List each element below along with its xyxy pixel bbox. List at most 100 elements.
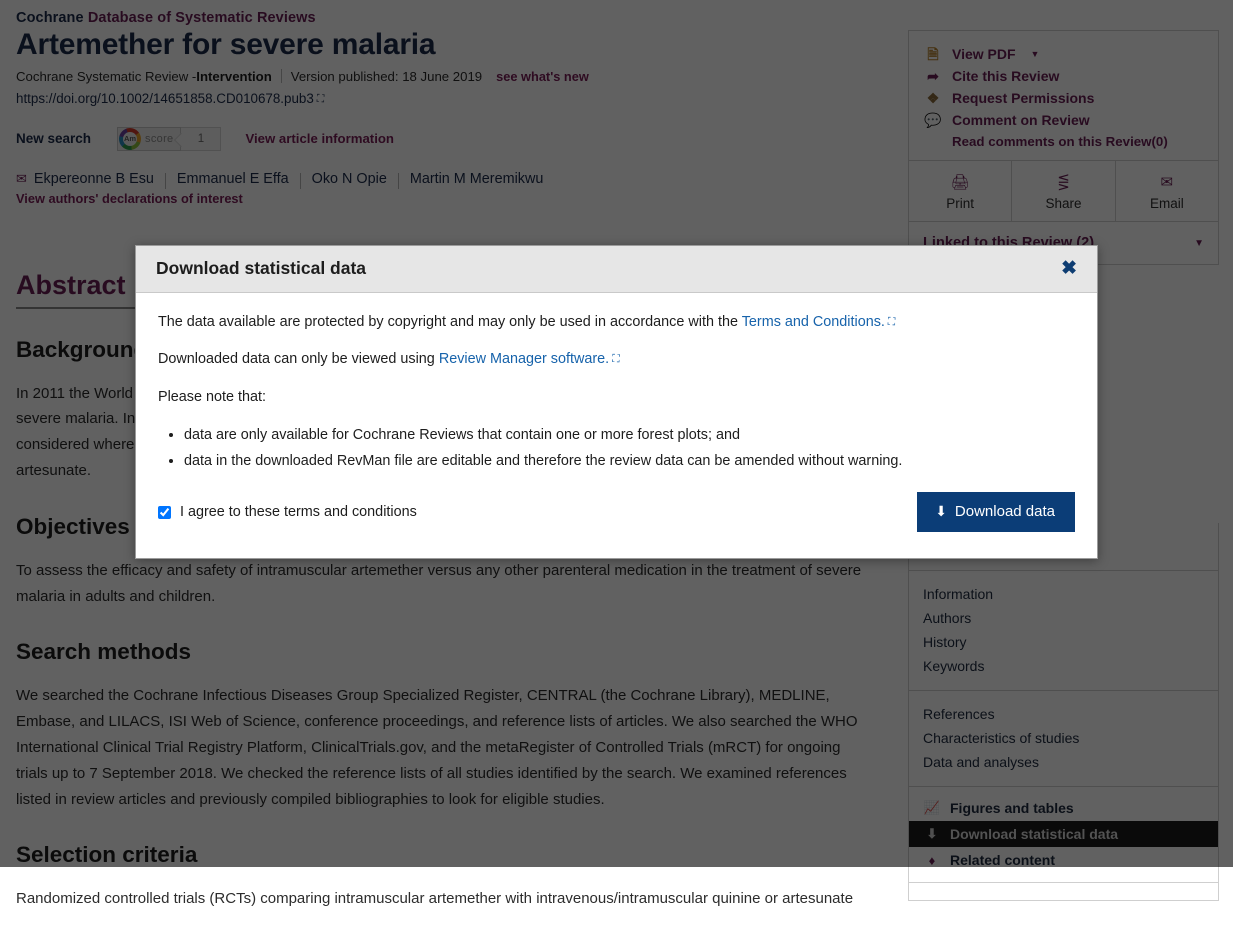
print-label: Print [946,196,974,211]
article-tools-row: New search score 1 View article informat… [16,127,886,151]
download-icon: ⬇ [923,826,941,842]
revman-label: Review Manager software. [439,351,609,367]
printer-icon: 🖨 [909,173,1011,191]
section-heading-search-methods: Search methods [16,639,886,665]
print-button[interactable]: 🖨 Print [909,161,1011,221]
please-note-label: Please note that: [158,388,1075,407]
share-row: 🖨 Print ⋚ Share ✉ Email [909,160,1218,221]
see-whats-new-link[interactable]: see what's new [496,69,589,84]
agree-row: I agree to these terms and conditions ⬇ … [158,492,1075,532]
cite-arrow-icon: ➦ [923,69,943,83]
sidebar-item-download-statistical-data[interactable]: ⬇ Download statistical data [909,821,1218,847]
altmetric-score-word: score [145,133,173,145]
new-search-link[interactable]: New search [16,131,91,146]
altmetric-badge[interactable]: score 1 [117,127,221,151]
revman-text: Downloaded data can only be viewed using [158,351,439,367]
abstract-underline [16,307,149,309]
view-pdf-button[interactable]: 🗎 View PDF ▼ [923,43,1204,65]
download-icon: ⬇ [935,503,947,520]
agree-checkbox[interactable] [158,506,171,519]
sidebar-tail [908,883,1219,901]
version-published: Version published: 18 June 2019 [291,69,482,84]
share-nodes-icon: ⋚ [1012,173,1114,191]
actions-list: 🗎 View PDF ▼ ➦ Cite this Review ❖ Reques… [909,31,1218,160]
author-link-0[interactable]: Ekpereonne B Esu [34,171,154,187]
article-meta: Cochrane Systematic Review - Interventio… [16,67,886,84]
journal-kicker: Cochrane Database of Systematic Reviews [16,10,886,26]
sidebar-item-related-content[interactable]: ♦ Related content [909,847,1218,873]
external-link-icon: ⛶ [888,316,895,328]
request-permissions-button[interactable]: ❖ Request Permissions [923,87,1204,109]
cite-label: Cite this Review [952,68,1059,84]
meta-divider [281,69,282,83]
toc-group-1: Information Authors History Keywords [909,570,1218,690]
review-type-prefix: Cochrane Systematic Review - [16,69,196,84]
share-button[interactable]: ⋚ Share [1011,161,1114,221]
terms-and-conditions-link[interactable]: Terms and Conditions. [742,314,885,330]
sidebar-item-references[interactable]: References [923,702,1204,726]
chart-line-icon: 📈 [923,800,941,816]
sidebar-item-keywords[interactable]: Keywords [923,654,1204,678]
view-pdf-label: View PDF [952,46,1016,62]
section-body-search-methods: We searched the Cochrane Infectious Dise… [16,683,871,812]
figures-label: Figures and tables [950,800,1074,816]
cite-this-review-button[interactable]: ➦ Cite this Review [923,65,1204,87]
author-list: ✉ Ekpereonne B Esu Emmanuel E Effa Oko N… [16,171,886,187]
copyright-paragraph: The data available are protected by copy… [158,313,1075,332]
comment-label: Comment on Review [952,112,1090,128]
email-button[interactable]: ✉ Email [1115,161,1218,221]
list-item: data are only available for Cochrane Rev… [184,425,1075,446]
sidebar-item-characteristics-of-studies[interactable]: Characteristics of studies [923,726,1204,750]
terms-label: Terms and Conditions. [742,314,885,330]
list-item: data in the downloaded RevMan file are e… [184,451,1075,472]
agree-label[interactable]: I agree to these terms and conditions [180,504,417,520]
envelope-icon: ✉ [16,172,27,185]
dialog-body: The data available are protected by copy… [136,293,1097,558]
sitemap-icon: ♦ [923,853,941,868]
doi-text: https://doi.org/10.1002/14651858.CD01067… [16,91,314,106]
page-title: Artemether for severe malaria [16,28,886,62]
sidebar-item-history[interactable]: History [923,630,1204,654]
share-label: Share [1045,196,1081,211]
revman-paragraph: Downloaded data can only be viewed using… [158,350,1075,369]
comment-on-review-button[interactable]: 💬 Comment on Review [923,109,1204,131]
dialog-header: Download statistical data ✖ [136,246,1097,293]
related-label: Related content [950,852,1055,868]
external-link-icon: ⛶ [317,93,324,105]
toc-icon-group: 📈 Figures and tables ⬇ Download statisti… [909,786,1218,882]
notes-list: data are only available for Cochrane Rev… [158,425,1075,472]
copyright-text: The data available are protected by copy… [158,314,742,330]
section-body-selection-criteria: Randomized controlled trials (RCTs) comp… [16,886,871,912]
actions-card: 🗎 View PDF ▼ ➦ Cite this Review ❖ Reques… [908,30,1219,265]
dialog-title: Download statistical data [156,258,366,279]
altmetric-donut-wrap: score [117,127,181,151]
view-article-information-link[interactable]: View article information [245,131,394,146]
declarations-link[interactable]: View authors' declarations of interest [16,191,243,206]
altmetric-donut-icon [119,128,141,150]
download-statistical-data-dialog: Download statistical data ✖ The data ava… [135,245,1098,559]
brand-cochrane: Cochrane [16,10,84,26]
comment-bubble-icon: 💬 [923,113,943,127]
sidebar-item-figures-and-tables[interactable]: 📈 Figures and tables [909,795,1218,821]
toc-card: Appendices Information Authors History K… [908,523,1219,883]
author-link-1[interactable]: Emmanuel E Effa [177,171,289,187]
author-divider [300,173,301,189]
author-link-3[interactable]: Martin M Meremikwu [410,171,544,187]
review-manager-software-link[interactable]: Review Manager software. [439,351,609,367]
author-divider [165,173,166,189]
close-icon[interactable]: ✖ [1057,259,1081,278]
journal-name: Database of Systematic Reviews [88,10,316,26]
download-data-button[interactable]: ⬇ Download data [917,492,1075,532]
author-link-2[interactable]: Oko N Opie [312,171,387,187]
chevron-down-icon: ▼ [1031,49,1040,59]
read-comments-link[interactable]: Read comments on this Review(0) [923,131,1204,149]
toc-group-2: References Characteristics of studies Da… [909,690,1218,786]
section-body-objectives: To assess the efficacy and safety of int… [16,558,871,610]
sidebar-item-data-and-analyses[interactable]: Data and analyses [923,750,1204,774]
envelope-icon: ✉ [1116,173,1218,191]
altmetric-count: 1 [181,127,221,151]
sidebar-item-authors[interactable]: Authors [923,606,1204,630]
doi-link[interactable]: https://doi.org/10.1002/14651858.CD01067… [16,91,324,107]
sidebar-item-information[interactable]: Information [923,582,1204,606]
email-label: Email [1150,196,1184,211]
